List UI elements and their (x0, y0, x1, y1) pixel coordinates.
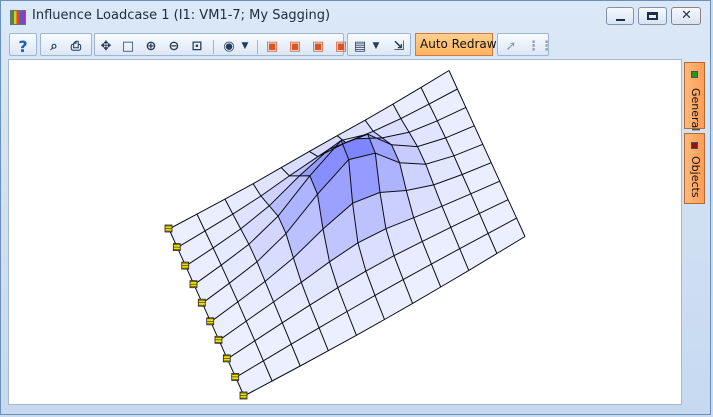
zoom-out-button[interactable]: ⊖ (165, 38, 183, 55)
support-marker (189, 280, 198, 289)
save-icon: ▤ (353, 39, 367, 54)
print-button[interactable]: ⎙ (67, 38, 85, 55)
zoom-in-icon: ⊕ (145, 39, 157, 54)
support-marker (231, 372, 240, 381)
minimize-button[interactable] (606, 7, 634, 25)
support-marker (197, 298, 206, 307)
support-marker (181, 261, 190, 270)
maximize-button[interactable] (638, 7, 667, 25)
cube-2-button[interactable]: ▣ (286, 38, 304, 55)
question-icon: ? (18, 37, 28, 56)
save-dropdown-button[interactable]: ▼ (367, 38, 385, 55)
minimize-icon (616, 19, 625, 21)
grid-icon: ⋮⋮ (527, 39, 553, 54)
zoom-extents-icon: ⊡ (191, 39, 203, 54)
auto-redraw-label: Auto Redraw (420, 37, 497, 51)
side-panel: General Objects (684, 59, 706, 405)
print-preview-icon: ⌕ (50, 39, 58, 54)
support-marker (222, 354, 231, 363)
zoom-window-button[interactable]: □ (119, 38, 137, 55)
maximize-icon (647, 12, 658, 20)
print-icon: ⎙ (70, 39, 82, 54)
chevron-down-icon: ▼ (241, 41, 249, 51)
view-dropdown-button[interactable]: ▼ (236, 38, 254, 55)
zoom-in-button[interactable]: ⊕ (142, 38, 160, 55)
app-icon (10, 10, 26, 25)
export-button[interactable]: ⇲ (390, 38, 408, 55)
print-preview-button[interactable]: ⌕ (45, 38, 63, 55)
grid-button[interactable]: ⋮⋮ (527, 38, 553, 55)
pointer-icon: ➚ (505, 39, 517, 54)
tab-general[interactable]: General (684, 62, 705, 132)
toolbar-separator (213, 40, 214, 54)
support-marker (172, 243, 181, 252)
tab-objects[interactable]: Objects (684, 133, 705, 204)
support-marker (239, 391, 248, 400)
cube-icon: ▣ (288, 39, 302, 54)
window-title: Influence Loadcase 1 (I1: VM1-7; My Sagg… (32, 8, 331, 23)
influence-surface-plot[interactable] (9, 60, 681, 404)
support-marker (164, 224, 173, 233)
application-window: Influence Loadcase 1 (I1: VM1-7; My Sagg… (0, 0, 711, 415)
objects-tab-label: Objects (689, 156, 702, 198)
toolbar-group-disabled: ➚ ⋮⋮ (497, 33, 553, 56)
mesh-grid (168, 70, 526, 397)
zoom-out-icon: ⊖ (168, 39, 180, 54)
cube-icon: ▣ (265, 39, 279, 54)
eye-icon: ◉ (223, 39, 235, 54)
cube-icon: ▣ (334, 39, 348, 54)
auto-redraw-button[interactable]: Auto Redraw (415, 33, 497, 56)
toolbar-group-file: ▤ ▼ ⇲ (347, 33, 411, 56)
support-marker (214, 335, 223, 344)
general-tab-label: General (689, 88, 702, 132)
export-icon: ⇲ (393, 39, 405, 54)
graphics-viewport[interactable] (8, 59, 682, 405)
cube-1-button[interactable]: ▣ (263, 38, 281, 55)
cube-icon: ▣ (311, 39, 325, 54)
toolbar-group-view: ✥ □ ⊕ ⊖ ⊡ ◉ ▼ ▣ ▣ ▣ ▣ (94, 33, 348, 56)
toolbar-group-help: ? (9, 33, 37, 56)
close-icon: ✕ (681, 8, 692, 23)
chevron-down-icon: ▼ (372, 41, 380, 51)
toolbar-separator (257, 40, 258, 54)
title-bar[interactable]: Influence Loadcase 1 (I1: VM1-7; My Sagg… (1, 1, 712, 31)
main-toolbar: ? ⌕ ⎙ ✥ □ ⊕ ⊖ ⊡ ◉ ▼ ▣ ▣ ▣ ▣ ▤ ▼ ⇲ Auto R… (9, 31, 553, 58)
help-button[interactable]: ? (14, 38, 32, 55)
close-button[interactable]: ✕ (671, 7, 701, 25)
toolbar-group-print: ⌕ ⎙ (40, 33, 92, 56)
zoom-extents-button[interactable]: ⊡ (188, 38, 206, 55)
general-tab-icon (691, 71, 698, 78)
support-marker (206, 317, 215, 326)
pan-button[interactable]: ✥ (97, 38, 115, 55)
pointer-button[interactable]: ➚ (502, 38, 520, 55)
objects-tab-icon (691, 142, 698, 149)
zoom-window-icon: □ (121, 39, 135, 54)
cube-3-button[interactable]: ▣ (309, 38, 327, 55)
move-icon: ✥ (100, 39, 112, 54)
